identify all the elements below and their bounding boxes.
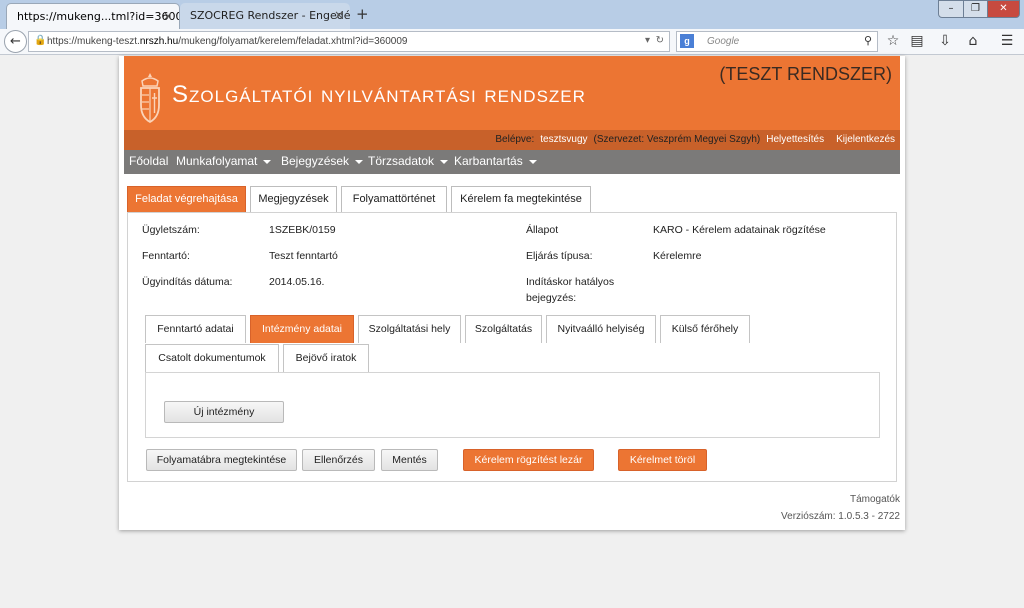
- tab-process-history[interactable]: Folyamattörténet: [341, 186, 447, 212]
- menu-item-workflow[interactable]: Munkafolyamat: [176, 154, 272, 168]
- save-button[interactable]: Mentés: [381, 449, 438, 471]
- browser-tab-strip: https://mukeng...tml?id=360009 × SZOCREG…: [0, 0, 1024, 29]
- case-number-label: Ügyletszám:: [142, 224, 200, 236]
- status-value: KARO - Kérelem adatainak rögzítése: [653, 224, 826, 236]
- browser-nav-bar: ← 🔒 https://mukeng-teszt.nrszh.hu/mukeng…: [0, 29, 1024, 55]
- browser-tab-title: https://mukeng...tml?id=360009: [17, 10, 180, 23]
- menu-icon[interactable]: ☰: [998, 33, 1016, 49]
- url-prefix: https://mukeng-teszt.: [47, 36, 140, 47]
- app-header: Szolgáltatói nyilvántartási rendszer (TE…: [124, 56, 900, 130]
- maintainer-label: Fenntartó:: [142, 250, 190, 262]
- status-label: Állapot: [526, 224, 559, 236]
- coat-of-arms-icon: [140, 73, 160, 124]
- home-icon[interactable]: ⌂: [964, 33, 982, 49]
- subtab-service-location[interactable]: Szolgáltatási hely: [358, 315, 461, 343]
- subtab-maintainer-data[interactable]: Fenntartó adatai: [145, 315, 246, 343]
- close-tab-icon[interactable]: ×: [163, 9, 173, 23]
- delete-request-button[interactable]: Kérelmet töröl: [618, 449, 707, 471]
- new-institution-button[interactable]: Új intézmény: [164, 401, 284, 423]
- institution-data-panel: Új intézmény: [145, 372, 880, 438]
- tab-request-tree[interactable]: Kérelem fa megtekintése: [451, 186, 591, 212]
- deputy-link[interactable]: Helyettesítés: [766, 134, 824, 145]
- search-placeholder: Google: [707, 36, 740, 47]
- user-bar: Belépve: tesztsvugy (Szervezet: Veszprém M…: [124, 130, 900, 150]
- url-host: nrszh.hu: [139, 36, 179, 47]
- tab-notes[interactable]: Megjegyzések: [250, 186, 337, 212]
- main-menu: Főoldal Munkafolyamat Bejegyzések Törzsa…: [124, 150, 900, 174]
- procedure-type-label: Eljárás típusa:: [526, 250, 593, 262]
- url-path: /mukeng/folyamat/kerelem/feladat.xhtml?i…: [178, 36, 408, 47]
- minimize-window-button[interactable]: –: [938, 0, 964, 18]
- maximize-window-button[interactable]: ❐: [963, 0, 988, 18]
- valid-entry-label-line2: bejegyzés:: [526, 292, 577, 304]
- url-bar[interactable]: 🔒 https://mukeng-teszt.nrszh.hu/mukeng/f…: [28, 31, 670, 52]
- lock-icon: 🔒: [34, 35, 47, 46]
- version-label: Verziószám: 1.0.5.3 - 2722: [781, 511, 900, 522]
- browser-tab-inactive[interactable]: SZOCREG Rendszer - Engedély ... ×: [180, 3, 350, 29]
- start-date-value: 2014.05.16.: [269, 276, 325, 288]
- check-button[interactable]: Ellenőrzés: [302, 449, 375, 471]
- environment-label: (TESZT RENDSZER): [719, 64, 892, 84]
- close-window-button[interactable]: ✕: [987, 0, 1020, 18]
- reload-icon[interactable]: ↻: [656, 35, 664, 46]
- view-flowchart-button[interactable]: Folyamatábra megtekintése: [146, 449, 297, 471]
- menu-item-master-data[interactable]: Törzsadatok: [368, 154, 449, 168]
- app-title: Szolgáltatói nyilvántartási rendszer: [172, 81, 586, 108]
- menu-item-home[interactable]: Főoldal: [129, 154, 168, 168]
- caret-down-icon: [528, 159, 537, 164]
- subtab-incoming-documents[interactable]: Bejövő iratok: [283, 344, 369, 372]
- caret-down-icon: [263, 159, 272, 164]
- subtab-institution-data[interactable]: Intézmény adatai: [250, 315, 354, 343]
- close-tab-icon[interactable]: ×: [334, 8, 344, 22]
- subtab-external-places[interactable]: Külső férőhely: [660, 315, 750, 343]
- search-icon[interactable]: ⚲: [864, 34, 872, 47]
- sponsors-link[interactable]: Támogatók: [850, 494, 900, 505]
- back-arrow-icon: ←: [10, 34, 21, 49]
- logout-link[interactable]: Kijelentkezés: [836, 134, 895, 145]
- search-bar[interactable]: g Google ⚲: [676, 31, 878, 52]
- maintainer-value: Teszt fenntartó: [269, 250, 338, 262]
- subtab-attached-documents[interactable]: Csatolt dokumentumok: [145, 344, 279, 372]
- start-date-label: Ügyindítás dátuma:: [142, 276, 233, 288]
- browser-tab-title: SZOCREG Rendszer - Engedély ...: [190, 9, 350, 22]
- valid-entry-label-line1: Indításkor hatályos: [526, 276, 615, 288]
- browser-tab-active[interactable]: https://mukeng...tml?id=360009 ×: [6, 3, 180, 29]
- app-page: Szolgáltatói nyilvántartási rendszer (TE…: [119, 56, 905, 530]
- case-number-value: 1SZEBK/0159: [269, 224, 336, 236]
- subtab-open-premises[interactable]: Nyitvaálló helyiség: [546, 315, 656, 343]
- caret-down-icon: [440, 159, 449, 164]
- dropdown-icon[interactable]: ▾: [645, 35, 650, 46]
- back-button[interactable]: ←: [4, 30, 27, 53]
- username[interactable]: tesztsvugy: [540, 134, 587, 145]
- tab-task-execution[interactable]: Feladat végrehajtása: [127, 186, 246, 212]
- subtab-service[interactable]: Szolgáltatás: [465, 315, 542, 343]
- menu-item-entries[interactable]: Bejegyzések: [281, 154, 364, 168]
- organization: (Szervezet: Veszprém Megyei Szgyh): [593, 134, 761, 145]
- bookmark-star-icon[interactable]: ☆: [884, 33, 902, 49]
- downloads-icon[interactable]: ⇩: [936, 33, 954, 49]
- google-icon[interactable]: g: [680, 34, 694, 48]
- new-tab-button[interactable]: +: [356, 5, 369, 23]
- procedure-type-value: Kérelemre: [653, 250, 702, 262]
- logged-in-label: Belépve:: [495, 134, 535, 145]
- reading-list-icon[interactable]: ▤: [908, 33, 926, 49]
- caret-down-icon: [355, 159, 364, 164]
- menu-item-maintenance[interactable]: Karbantartás: [454, 154, 537, 168]
- close-recording-button[interactable]: Kérelem rögzítést lezár: [463, 449, 594, 471]
